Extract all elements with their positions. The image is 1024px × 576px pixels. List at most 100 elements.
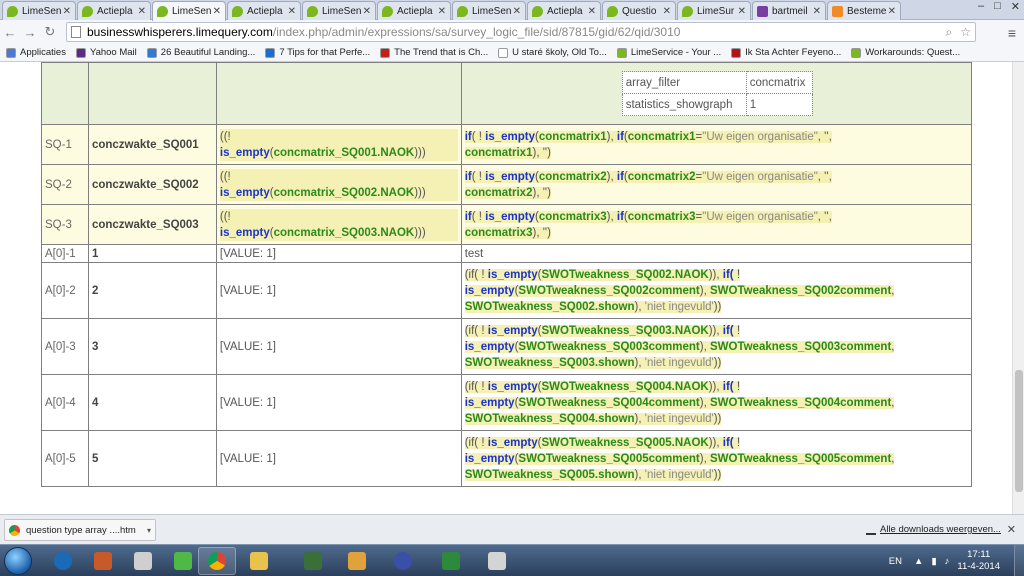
show-desktop-button[interactable] xyxy=(1014,545,1024,576)
chevron-down-icon[interactable]: ▾ xyxy=(147,526,151,535)
bookmark-7[interactable]: Ik Sta Achter Feyeno... xyxy=(731,47,841,58)
maximize-icon[interactable]: □ xyxy=(994,0,1001,13)
menu-icon[interactable]: ≡ xyxy=(1008,25,1016,41)
taskbar-chrome-icon[interactable] xyxy=(198,547,236,575)
expr-token: , xyxy=(891,452,895,465)
expr-variable: SWOTweakness_SQ005comment xyxy=(518,452,700,465)
taskbar-folder-icon[interactable] xyxy=(240,547,278,575)
taskbar-outlook-icon[interactable] xyxy=(338,547,376,575)
expr-token: ! xyxy=(481,436,485,449)
expr-function: is_empty xyxy=(464,452,515,465)
taskbar-hp-icon[interactable] xyxy=(44,547,82,575)
start-button[interactable] xyxy=(4,547,32,575)
taskbar-paint-icon[interactable] xyxy=(478,547,516,575)
tab-3[interactable]: Actiepla ✕ xyxy=(227,1,301,20)
taskbar-monitor-icon[interactable] xyxy=(294,547,332,575)
close-tab-icon[interactable]: ✕ xyxy=(888,6,896,17)
expr-variable: concmatrix_SQ002.NAOK xyxy=(273,186,415,199)
tab-4[interactable]: LimeSen ✕ xyxy=(302,1,376,20)
expr-variable: SWOTweakness_SQ003comment xyxy=(518,340,700,353)
row-expression: test xyxy=(460,244,973,263)
expr-paren: ((! xyxy=(219,130,231,143)
expr-string: 'niet ingevuld' xyxy=(644,300,714,313)
relevance-expression: ((! is_empty(concmatrix_SQ003.NAOK))) xyxy=(219,208,458,241)
close-tab-icon[interactable]: ✕ xyxy=(663,6,671,17)
volume-icon[interactable]: ♪ xyxy=(945,556,950,567)
taskbar-thunderbird-icon[interactable] xyxy=(384,547,422,575)
expr-function: if xyxy=(616,170,624,183)
scrollbar-thumb[interactable] xyxy=(1015,370,1023,492)
window-controls: – □ ✕ xyxy=(978,0,1020,13)
bookmark-star-icon[interactable]: ☆ xyxy=(960,25,971,40)
tab-8[interactable]: Questio ✕ xyxy=(602,1,676,20)
bookmark-icon xyxy=(146,47,157,58)
tab-1[interactable]: Actiepla ✕ xyxy=(77,1,151,20)
taskbar-printer-icon[interactable] xyxy=(84,547,122,575)
expr-paren: ))) xyxy=(414,186,426,199)
expr-token: ! xyxy=(736,436,741,449)
close-tab-icon[interactable]: ✕ xyxy=(813,6,821,17)
close-tab-icon[interactable]: ✕ xyxy=(213,6,221,17)
forward-icon[interactable]: → xyxy=(20,25,40,40)
tab-label: LimeSur xyxy=(697,5,735,17)
tab-7[interactable]: Actiepla ✕ xyxy=(527,1,601,20)
taskbar-phone-icon[interactable] xyxy=(124,547,162,575)
row-value: [VALUE: 1] xyxy=(215,430,462,487)
tab-6[interactable]: LimeSen ✕ xyxy=(452,1,526,20)
close-tab-icon[interactable]: ✕ xyxy=(363,6,371,17)
close-tab-icon[interactable]: ✕ xyxy=(138,6,146,17)
bookmark-2[interactable]: 26 Beautiful Landing... xyxy=(146,47,255,58)
close-tab-icon[interactable]: ✕ xyxy=(288,6,296,17)
expr-variable: SWOTweakness_SQ002.NAOK xyxy=(541,268,709,281)
table-row: SQ-3 conczwakte_SQ003 ((! is_empty(concmatr… xyxy=(41,204,973,245)
close-tab-icon[interactable]: ✕ xyxy=(513,6,521,17)
bookmark-5[interactable]: U staré školy, Old To... xyxy=(498,47,607,58)
row-name: 1 xyxy=(87,244,217,263)
network-icon[interactable]: ▮ xyxy=(931,556,936,567)
address-bar[interactable]: businesswhisperers.limequery.com /index.… xyxy=(66,22,976,42)
expr-string: 'niet ingevuld' xyxy=(644,412,714,425)
tab-5[interactable]: Actiepla ✕ xyxy=(377,1,451,20)
language-indicator[interactable]: EN xyxy=(889,556,902,567)
taskbar-app-icon[interactable] xyxy=(164,547,202,575)
download-item[interactable]: question type array ....htm ▾ xyxy=(4,519,156,541)
bookmark-6[interactable]: LimeService - Your ... xyxy=(616,47,721,58)
search-icon[interactable]: ⌕ xyxy=(946,25,953,40)
close-tab-icon[interactable]: ✕ xyxy=(738,6,746,17)
show-all-downloads-link[interactable]: Alle downloads weergeven... xyxy=(866,524,1001,535)
tab-11[interactable]: Besteme ✕ xyxy=(827,1,901,20)
reload-icon[interactable]: ↻ xyxy=(40,24,60,40)
expr-variable: SWOTweakness_SQ002comment xyxy=(709,284,892,297)
expand-tray-icon[interactable]: ▲ xyxy=(914,556,923,567)
attribute-key: array_filter xyxy=(621,71,747,94)
expr-function: is_empty xyxy=(487,380,538,393)
taskbar-excel-icon[interactable] xyxy=(432,547,470,575)
expr-function: is_empty xyxy=(219,226,270,239)
bookmark-4[interactable]: The Trend that is Ch... xyxy=(380,47,488,58)
attribute-value: concmatrix xyxy=(745,71,813,94)
bookmark-1[interactable]: Yahoo Mail xyxy=(75,47,137,58)
taskbar: EN ▲ ▮ ♪ 17:11 11-4-2014 xyxy=(0,544,1024,576)
expr-function: is_empty xyxy=(464,340,515,353)
tab-2[interactable]: LimeSen ✕ xyxy=(152,1,226,21)
close-tab-icon[interactable]: ✕ xyxy=(438,6,446,17)
orange-favicon-icon xyxy=(832,5,843,17)
close-tab-icon[interactable]: ✕ xyxy=(588,6,596,17)
bookmark-0[interactable]: Applicaties xyxy=(6,47,66,58)
expr-token: )) xyxy=(713,300,722,313)
back-icon[interactable]: ← xyxy=(0,25,20,40)
tab-10[interactable]: bartmeil ✕ xyxy=(752,1,826,20)
close-window-icon[interactable]: ✕ xyxy=(1011,0,1020,13)
expr-function: if( xyxy=(722,436,734,449)
close-tab-icon[interactable]: ✕ xyxy=(63,6,71,17)
tab-0[interactable]: LimeSen ✕ xyxy=(2,1,76,20)
close-icon[interactable]: ✕ xyxy=(1007,523,1016,536)
minimize-icon[interactable]: – xyxy=(978,0,984,13)
scrollbar[interactable] xyxy=(1012,62,1024,514)
limesurvey-icon xyxy=(157,6,168,17)
clock[interactable]: 17:11 11-4-2014 xyxy=(957,549,1000,573)
bookmark-8[interactable]: Workarounds: Quest... xyxy=(851,47,960,58)
tab-9[interactable]: LimeSur ✕ xyxy=(677,1,751,20)
bookmark-3[interactable]: 7 Tips for that Perfe... xyxy=(265,47,370,58)
expr-token: , xyxy=(891,396,895,409)
